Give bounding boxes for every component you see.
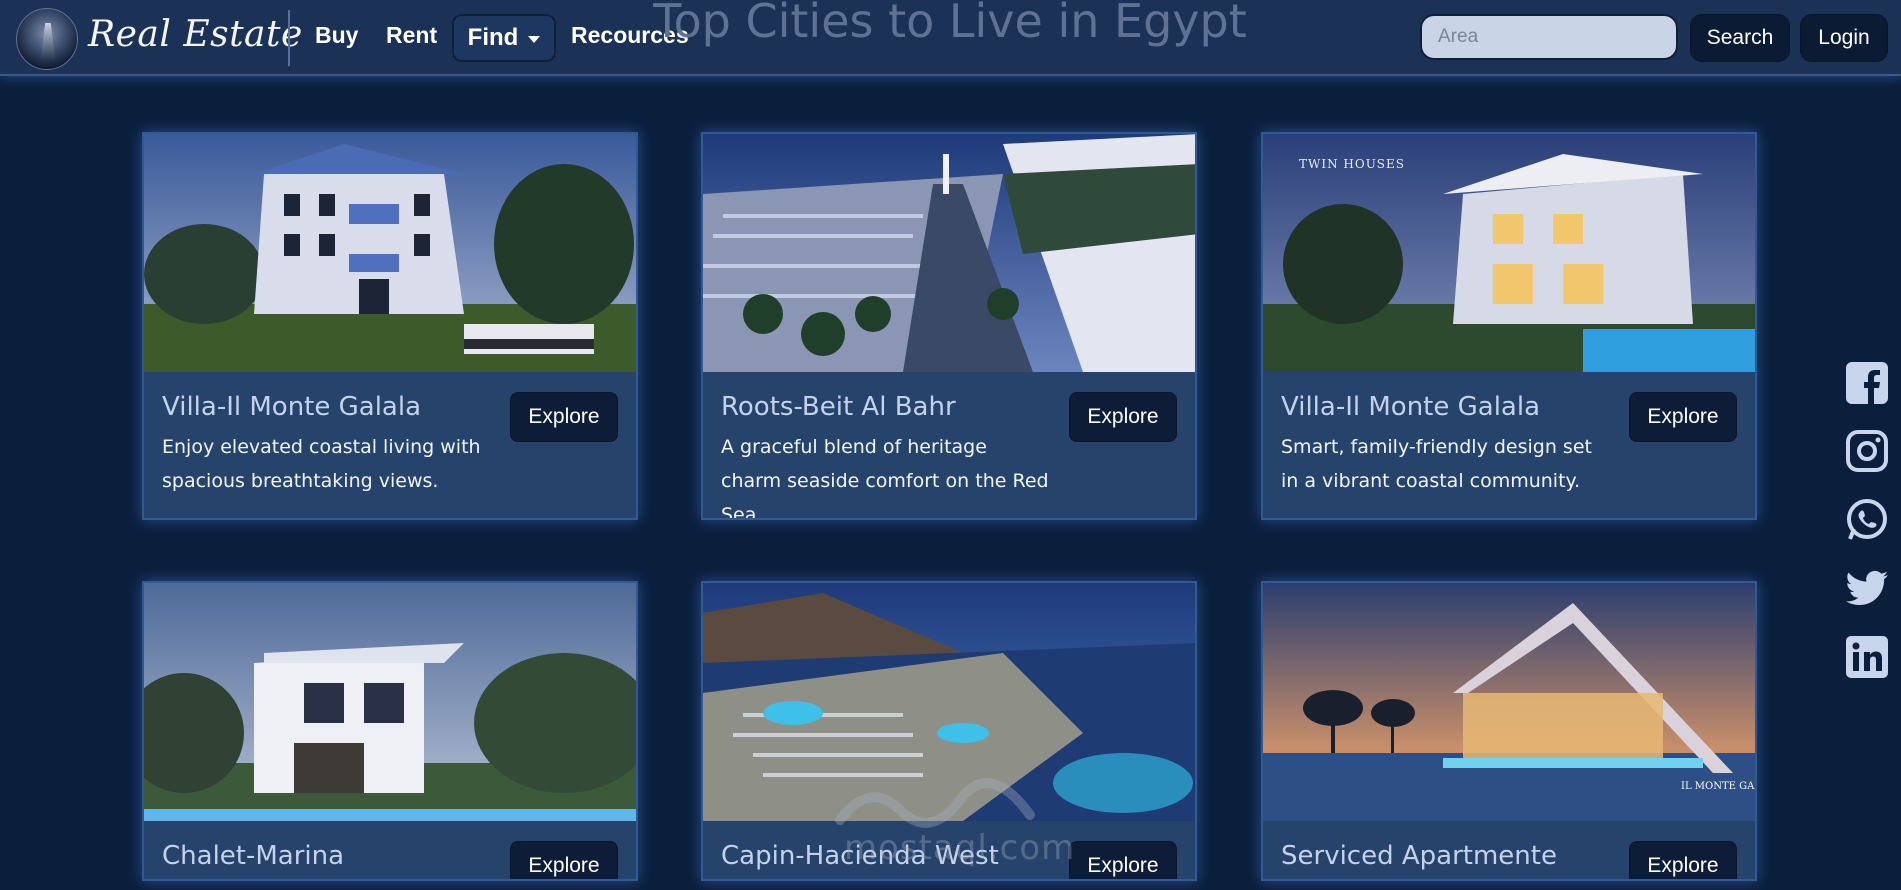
property-image bbox=[144, 134, 636, 372]
card-description: A graceful blend of heritage charm seasi… bbox=[721, 436, 1049, 520]
card-title: Villa-Il Monte Galala bbox=[162, 392, 422, 422]
card-description: Enjoy elevated coastal living with spaci… bbox=[162, 436, 481, 492]
card-title: Chalet-Marina bbox=[162, 841, 345, 871]
search-button[interactable]: Search bbox=[1690, 14, 1790, 62]
image-caption: TWIN HOUSES bbox=[1299, 157, 1405, 171]
property-card: Roots-Beit Al Bahr Explore A graceful bl… bbox=[701, 132, 1197, 520]
twitter-icon[interactable] bbox=[1844, 565, 1890, 611]
card-title: Villa-Il Monte Galala bbox=[1281, 392, 1541, 422]
card-title: Capin-Hacienda West bbox=[721, 841, 999, 871]
property-image bbox=[144, 583, 636, 821]
nav-divider bbox=[288, 10, 290, 66]
property-image: TWIN HOUSES bbox=[1263, 134, 1755, 372]
whatsapp-icon[interactable] bbox=[1844, 497, 1890, 543]
nav-find-label: Find bbox=[467, 24, 519, 51]
property-card: Villa-Il Monte Galala Explore Enjoy elev… bbox=[142, 132, 638, 520]
explore-button[interactable]: Explore bbox=[1069, 392, 1177, 442]
card-title: Serviced Apartmente bbox=[1281, 841, 1557, 871]
linkedin-icon[interactable] bbox=[1844, 634, 1890, 680]
property-card: IL MONTE GALALA Serviced Apartmente Expl… bbox=[1261, 581, 1757, 881]
image-caption: IL MONTE GALALA bbox=[1681, 781, 1755, 792]
nav-link-rent[interactable]: Rent bbox=[386, 22, 437, 49]
navbar: Real Estate Buy Rent Find Recources Top … bbox=[0, 0, 1901, 76]
facebook-icon[interactable] bbox=[1844, 360, 1890, 406]
explore-button[interactable]: Explore bbox=[1069, 841, 1177, 879]
property-card: TWIN HOUSES Villa-Il Monte Galala Explor… bbox=[1261, 132, 1757, 520]
chevron-down-icon bbox=[528, 36, 541, 43]
property-card: Chalet-Marina Explore bbox=[142, 581, 638, 881]
property-card: Capin-Hacienda West Explore bbox=[701, 581, 1197, 881]
explore-button[interactable]: Explore bbox=[1629, 392, 1737, 442]
property-image bbox=[703, 583, 1195, 821]
page-title: Top Cities to Live in Egypt bbox=[653, 0, 1247, 48]
nav-link-buy[interactable]: Buy bbox=[315, 22, 358, 49]
nav-find-dropdown[interactable]: Find bbox=[452, 14, 556, 62]
logo-icon[interactable] bbox=[16, 8, 78, 70]
brand-name[interactable]: Real Estate bbox=[88, 14, 303, 55]
instagram-icon[interactable] bbox=[1844, 428, 1890, 474]
property-image bbox=[703, 134, 1195, 372]
explore-button[interactable]: Explore bbox=[510, 841, 618, 879]
property-image: IL MONTE GALALA bbox=[1263, 583, 1755, 821]
search-input[interactable] bbox=[1420, 14, 1678, 60]
explore-button[interactable]: Explore bbox=[1629, 841, 1737, 879]
card-description: Smart, family-friendly design set in a v… bbox=[1281, 436, 1592, 492]
explore-button[interactable]: Explore bbox=[510, 392, 618, 442]
card-title: Roots-Beit Al Bahr bbox=[721, 392, 956, 422]
login-button[interactable]: Login bbox=[1800, 14, 1888, 62]
